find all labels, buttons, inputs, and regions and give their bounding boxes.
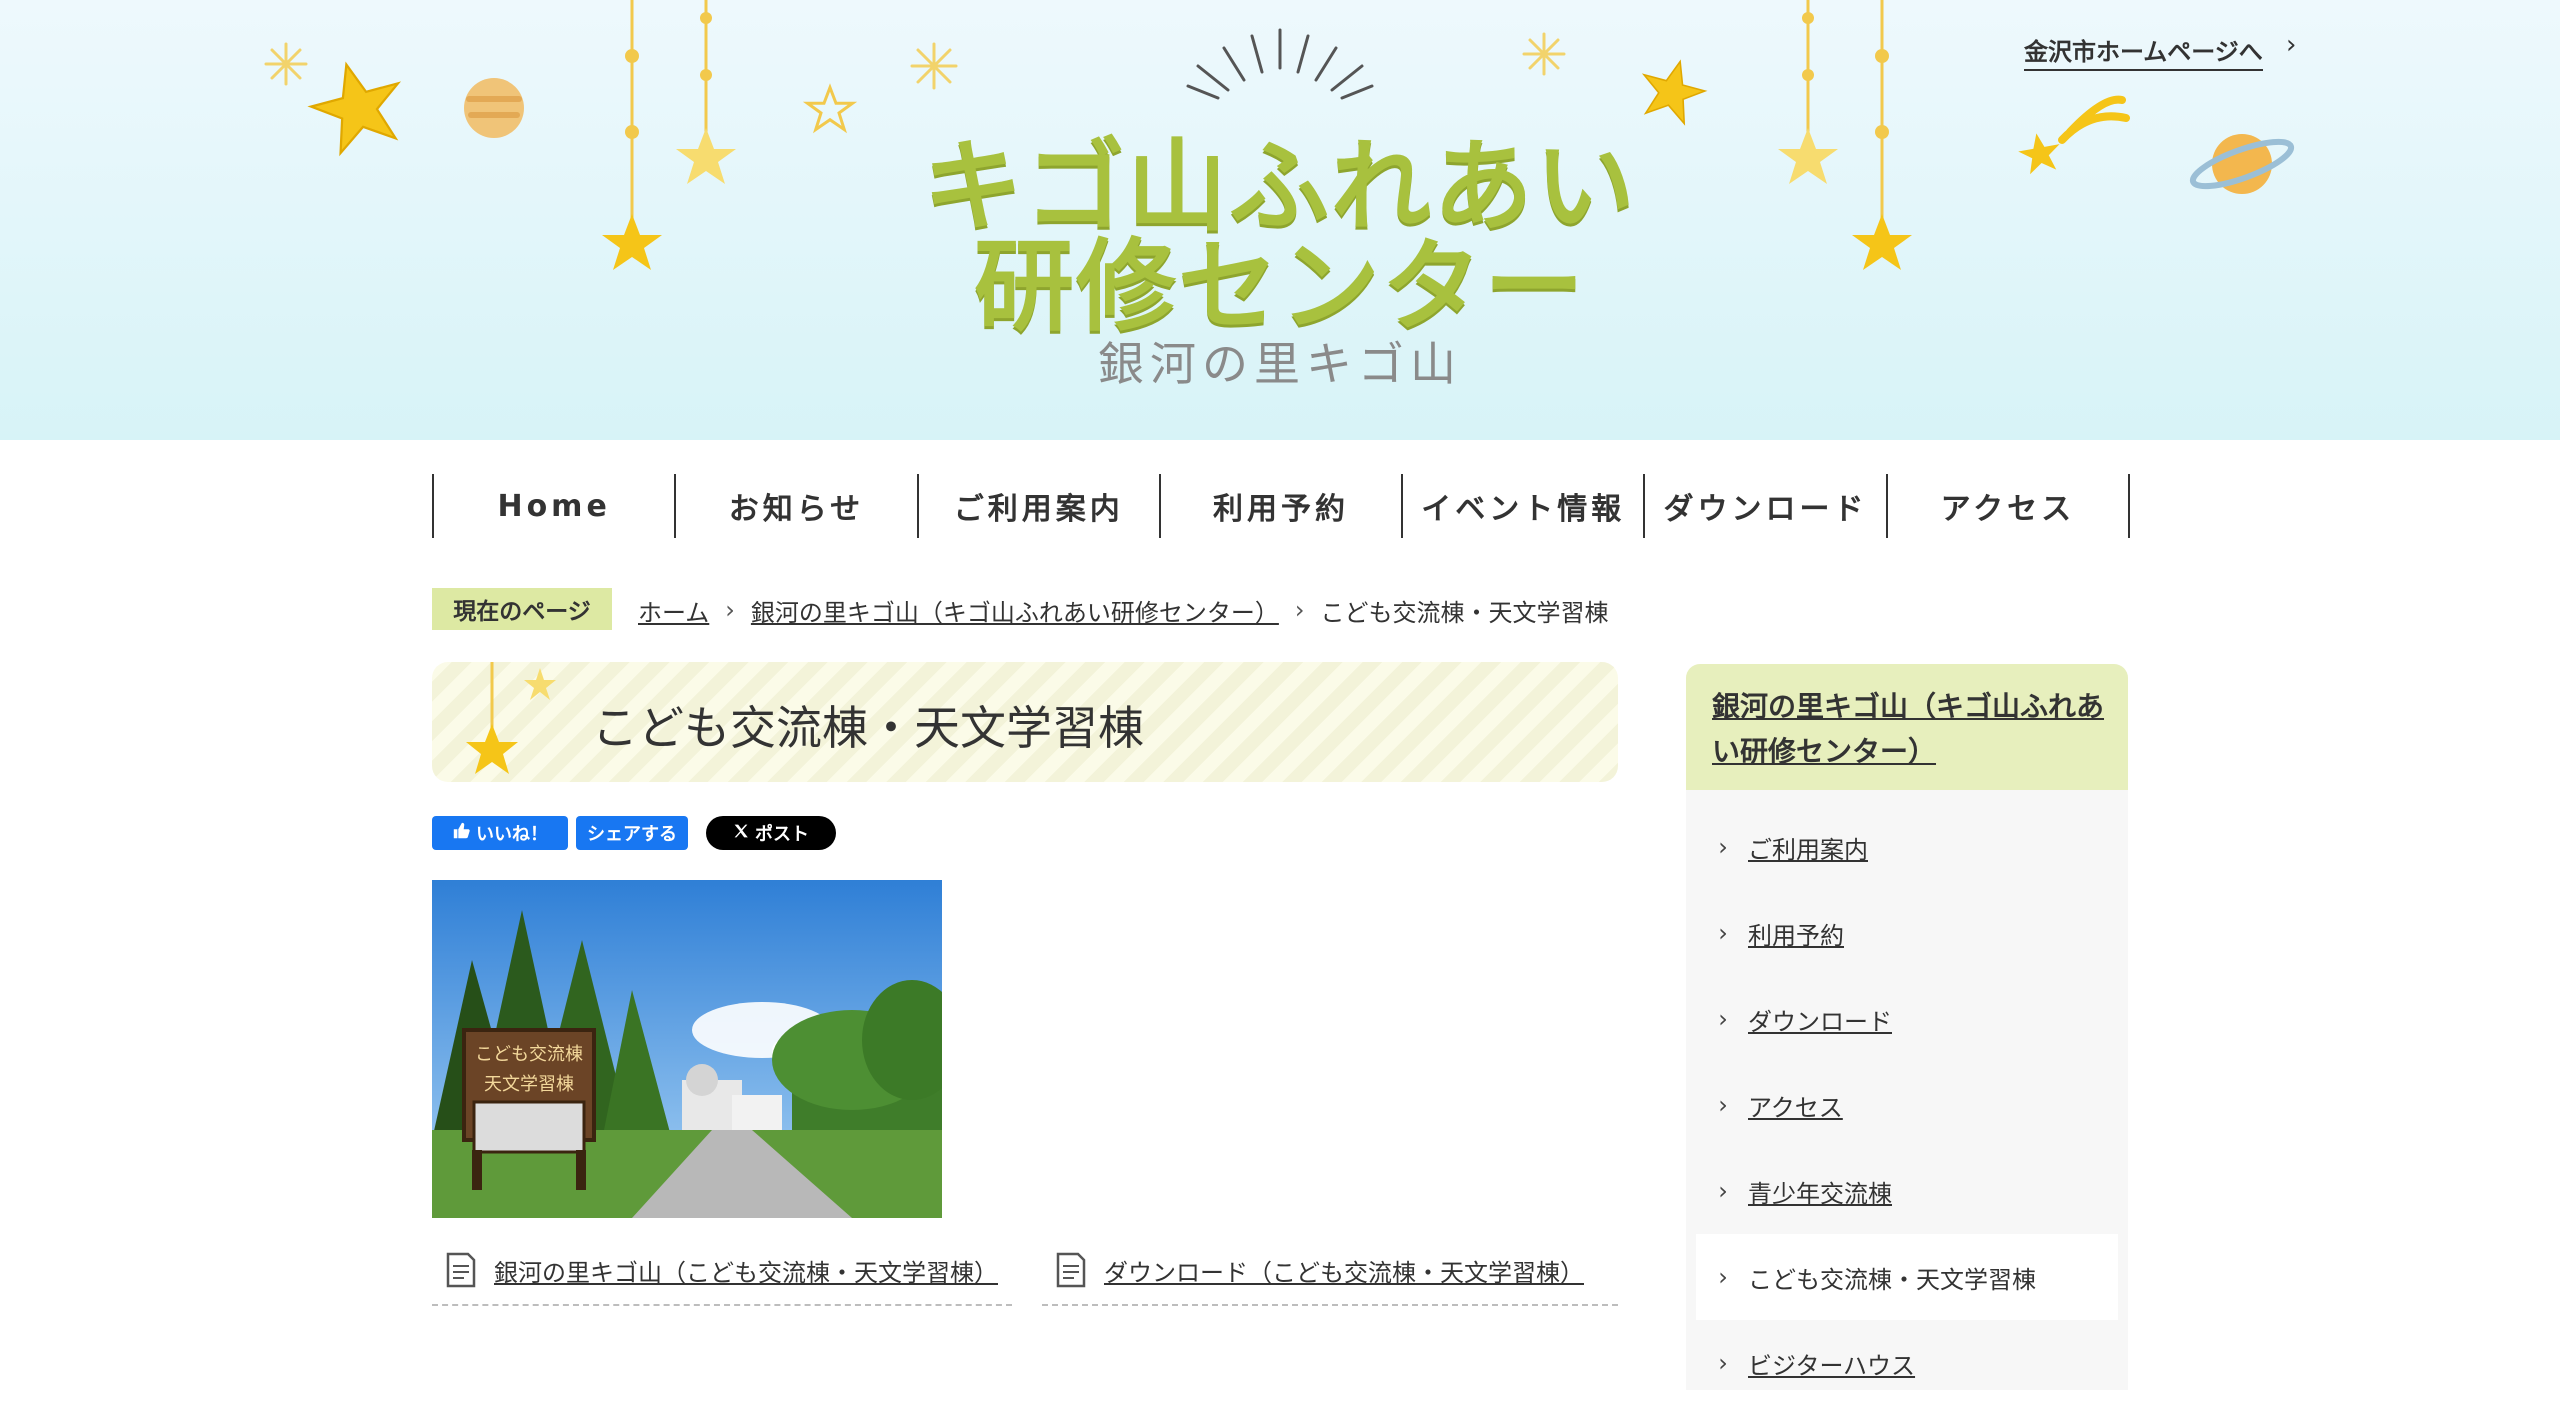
nav-reservation[interactable]: 利用予約 [1161, 474, 1404, 538]
document-icon [1056, 1252, 1086, 1288]
nav-guide[interactable]: ご利用案内 [919, 474, 1161, 538]
chevron-right-icon: › [1718, 1177, 1728, 1205]
chevron-right-icon: › [2286, 30, 2297, 60]
breadcrumb-kigoyama[interactable]: 銀河の里キゴ山（キゴ山ふれあい研修センター） [751, 593, 1279, 628]
sidebar-item-label: ダウンロード [1748, 1007, 1892, 1036]
breadcrumb: ホーム › 銀河の里キゴ山（キゴ山ふれあい研修センター） › こども交流棟・天文… [638, 592, 1609, 628]
sidebar-item-visitor-house[interactable]: › ビジターハウス [1696, 1320, 2118, 1406]
sidebar-item-label: こども交流棟・天文学習棟 [1748, 1265, 2036, 1294]
x-post-label: ポスト [755, 824, 809, 845]
facebook-share-button[interactable]: シェアする [576, 816, 688, 850]
x-post-button[interactable]: ポスト [706, 816, 836, 850]
document-icon [446, 1252, 476, 1288]
kanazawa-city-link[interactable]: 金沢市ホームページへ [2024, 32, 2263, 71]
nav-download[interactable]: ダウンロード [1645, 474, 1888, 538]
sidebar-item-guide[interactable]: › ご利用案内 [1696, 804, 2118, 890]
page-title: こども交流棟・天文学習棟 [592, 701, 1144, 755]
sidebar-item-label: アクセス [1748, 1093, 1843, 1122]
chevron-right-icon: › [1718, 1091, 1728, 1119]
x-logo-icon [733, 823, 749, 844]
nav-home[interactable]: Home [434, 474, 677, 538]
thumbs-up-icon [452, 822, 470, 845]
chevron-right-icon: › [1718, 1005, 1728, 1033]
facebook-like-button[interactable]: いいね！ [432, 816, 568, 850]
sidebar-item-label: ご利用案内 [1748, 835, 1868, 864]
site-header: キゴ山ふれあい 研修センター 銀河の里キゴ山 金沢市ホームページへ › [0, 0, 2560, 440]
page-link-kigoyama[interactable]: 銀河の里キゴ山（こども交流棟・天文学習棟） [432, 1236, 1012, 1306]
breadcrumb-current: こども交流棟・天文学習棟 [1320, 598, 1609, 627]
social-buttons: いいね！ シェアする ポスト [432, 816, 836, 850]
page-link-label: ダウンロード（こども交流棟・天文学習棟） [1104, 1258, 1584, 1287]
nav-news[interactable]: お知らせ [676, 474, 919, 538]
facebook-like-label: いいね！ [476, 824, 548, 845]
nav-access[interactable]: アクセス [1888, 474, 2130, 538]
sidebar-menu: › ご利用案内 › 利用予約 › ダウンロード › アクセス › 青少年交流棟 … [1686, 790, 2128, 1390]
sidebar-item-reservation[interactable]: › 利用予約 [1696, 890, 2118, 976]
sidebar-item-label: ビジターハウス [1748, 1351, 1916, 1380]
sidebar-title-link[interactable]: 銀河の里キゴ山（キゴ山ふれあい研修センター） [1712, 690, 2104, 768]
page-link-label: 銀河の里キゴ山（こども交流棟・天文学習棟） [494, 1258, 998, 1287]
photo-sign-line2: 天文学習棟 [484, 1074, 574, 1095]
sidebar-item-download[interactable]: › ダウンロード [1696, 976, 2118, 1062]
logo-subtitle: 銀河の里キゴ山 [1098, 337, 1462, 391]
nav-events[interactable]: イベント情報 [1403, 474, 1646, 538]
breadcrumb-label: 現在のページ [432, 588, 612, 630]
chevron-right-icon: › [1718, 1349, 1728, 1377]
chevron-right-icon: › [1718, 833, 1728, 861]
sidebar-header: 銀河の里キゴ山（キゴ山ふれあい研修センター） [1686, 664, 2128, 790]
global-nav: Home お知らせ ご利用案内 利用予約 イベント情報 ダウンロード アクセス [432, 474, 2130, 538]
chevron-right-icon: › [1718, 1263, 1728, 1291]
page-link-download[interactable]: ダウンロード（こども交流棟・天文学習棟） [1042, 1236, 1618, 1306]
sidebar-item-label: 青少年交流棟 [1748, 1179, 1892, 1208]
facility-photo: こども交流棟 天文学習棟 [432, 880, 942, 1218]
sidebar-item-youth-hall[interactable]: › 青少年交流棟 [1696, 1148, 2118, 1234]
sidebar-item-children-astronomy[interactable]: › こども交流棟・天文学習棟 [1696, 1234, 2118, 1320]
photo-sign-line1: こども交流棟 [475, 1044, 583, 1065]
star-icon [466, 662, 556, 774]
breadcrumb-home[interactable]: ホーム [638, 593, 709, 628]
page-title-box: こども交流棟・天文学習棟 [432, 662, 1618, 782]
sidebar-item-label: 利用予約 [1748, 921, 1844, 950]
chevron-right-icon: › [1718, 919, 1728, 947]
chevron-right-icon: › [725, 596, 735, 624]
sidebar-title[interactable]: 銀河の里キゴ山（キゴ山ふれあい研修センター） [1712, 684, 2122, 774]
chevron-right-icon: › [1294, 596, 1305, 624]
sidebar-item-access[interactable]: › アクセス [1696, 1062, 2118, 1148]
